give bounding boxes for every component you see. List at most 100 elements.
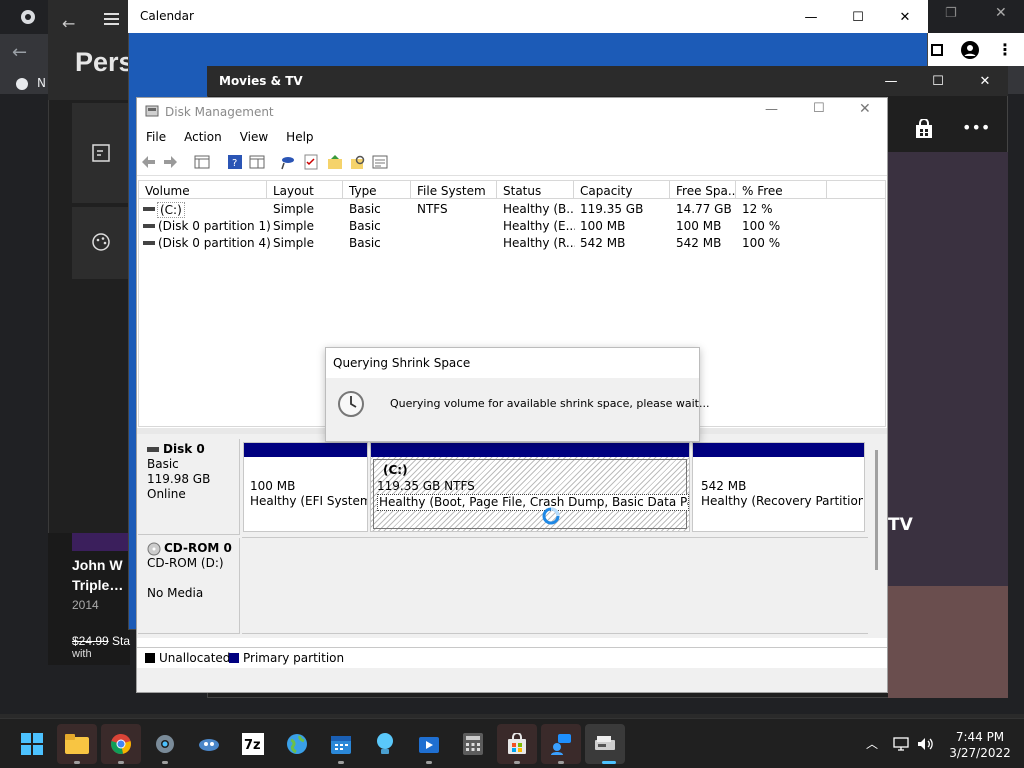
checklist-icon[interactable] (303, 154, 319, 170)
movies-taskbar-icon[interactable] (409, 724, 449, 764)
column-status[interactable]: Status (497, 181, 574, 199)
disk-management-icon (145, 104, 159, 118)
disk0-name: Disk 0 (163, 442, 205, 456)
column-file-system[interactable]: File System (411, 181, 497, 199)
cdrom-icon (147, 542, 161, 555)
partition-c[interactable]: (C:) 119.35 GB NTFS Healthy (Boot, Page … (370, 442, 690, 532)
menu-help[interactable]: Help (277, 127, 322, 148)
chevron-up-icon[interactable]: ︿ (866, 735, 878, 752)
maximize-button[interactable]: ☐ (915, 66, 961, 96)
search-folder-icon[interactable] (350, 154, 366, 170)
taskbar-clock[interactable]: 7:44 PM 3/27/2022 (940, 729, 1020, 761)
back-arrow-icon[interactable]: ← (12, 42, 27, 63)
back-arrow-icon[interactable]: ← (62, 14, 75, 33)
partition-status: Healthy (EFI System P (250, 494, 367, 508)
disk-icon (147, 447, 159, 452)
7zip-icon[interactable]: 7z (233, 724, 273, 764)
table-row[interactable]: (C:) Simple Basic NTFS Healthy (B... 119… (139, 201, 885, 218)
calendar-taskbar-icon[interactable] (321, 724, 361, 764)
clock-time: 7:44 PM (955, 730, 1005, 744)
close-icon[interactable]: ✕ (995, 5, 1007, 21)
close-button[interactable]: ✕ (859, 101, 871, 117)
table-row[interactable]: (Disk 0 partition 4) Simple Basic Health… (139, 235, 885, 252)
cdrom0-name: CD-ROM 0 (164, 541, 232, 555)
settings-taskbar-icon[interactable] (145, 724, 185, 764)
globe-app-icon[interactable] (277, 724, 317, 764)
cell-free-space: 100 MB (676, 219, 722, 233)
partition-bar (693, 443, 864, 457)
sidebar-icon[interactable] (931, 44, 943, 56)
calendar-title: Calendar (140, 9, 194, 23)
maximize-button[interactable]: ☐ (813, 101, 825, 116)
tips-icon[interactable] (365, 724, 405, 764)
close-button[interactable]: ✕ (962, 66, 1008, 96)
partition-label: (C:) (383, 463, 408, 477)
help-icon[interactable]: ? (227, 154, 243, 170)
movie-poster-text: TV (888, 515, 913, 535)
volume-icon[interactable] (917, 737, 935, 751)
properties-icon[interactable] (372, 154, 388, 170)
cdrom0-area[interactable] (242, 537, 868, 634)
drive-icon (143, 224, 155, 228)
minimize-button[interactable]: — (788, 2, 834, 32)
cell-volume: (Disk 0 partition 4) (158, 236, 271, 250)
column-volume[interactable]: Volume (139, 181, 267, 199)
table-row[interactable]: (Disk 0 partition 1) Simple Basic Health… (139, 218, 885, 235)
svg-text:7z: 7z (244, 738, 261, 753)
column-free-space[interactable]: Free Spa... (670, 181, 736, 199)
cell-status: Healthy (B... (503, 202, 575, 216)
disk-management-taskbar-icon[interactable] (585, 724, 625, 764)
legend-unallocated-label: Unallocated (159, 651, 231, 665)
up-folder-icon[interactable] (327, 154, 343, 170)
legend-unallocated-swatch (145, 653, 155, 663)
minimize-button[interactable]: — (868, 66, 914, 96)
column-type[interactable]: Type (343, 181, 411, 199)
minimize-button[interactable]: — (765, 102, 778, 117)
movie-card-image (72, 533, 130, 551)
store-bag-icon[interactable] (914, 119, 934, 139)
profile-icon[interactable] (961, 41, 979, 59)
menu-action[interactable]: Action (175, 127, 231, 148)
partition-size: 100 MB (250, 479, 296, 493)
forward-icon[interactable] (162, 154, 178, 170)
menu-file[interactable]: File (137, 127, 175, 148)
cell-status: Healthy (E... (503, 219, 575, 233)
remote-app-icon[interactable] (541, 724, 581, 764)
partition-recovery[interactable]: 542 MB Healthy (Recovery Partition) (692, 442, 865, 532)
legend-primary-label: Primary partition (243, 651, 345, 665)
console-tree-icon[interactable] (194, 154, 210, 170)
restore-icon[interactable]: ❐ (945, 6, 957, 21)
connect-icon[interactable] (280, 154, 296, 170)
cloud-app-icon[interactable] (189, 724, 229, 764)
start-icon[interactable] (12, 724, 52, 764)
settings-title: Pers (75, 47, 134, 77)
more-horizontal-icon[interactable]: ••• (962, 118, 990, 137)
cell-layout: Simple (273, 236, 314, 250)
close-button[interactable]: ✕ (882, 2, 928, 32)
open-window-icon (91, 143, 111, 163)
dialog-message: Querying volume for available shrink spa… (390, 397, 710, 410)
file-explorer-icon[interactable] (57, 724, 97, 764)
cell-layout: Simple (273, 202, 314, 216)
cdrom0-label[interactable]: CD-ROM 0 CD-ROM (D:) No Media (138, 538, 240, 634)
more-vertical-icon[interactable]: ⋮ (997, 40, 1013, 59)
chrome-taskbar-icon[interactable] (101, 724, 141, 764)
scrollbar[interactable] (875, 450, 878, 570)
network-icon[interactable] (893, 737, 909, 751)
disk0-label[interactable]: Disk 0 Basic 119.98 GB Online (138, 439, 240, 535)
chrome-icon (20, 9, 36, 25)
partition-efi[interactable]: 100 MB Healthy (EFI System P (243, 442, 368, 532)
calculator-icon[interactable] (453, 724, 493, 764)
column-layout[interactable]: Layout (267, 181, 343, 199)
menu-view[interactable]: View (231, 127, 277, 148)
disk0-size: 119.98 GB (147, 472, 211, 486)
show-hide-icon[interactable] (249, 154, 265, 170)
maximize-button[interactable]: ☐ (835, 2, 881, 32)
legend-primary-swatch (229, 653, 239, 663)
store-taskbar-icon[interactable] (497, 724, 537, 764)
cell-free-space: 14.77 GB (676, 202, 732, 216)
back-icon[interactable] (141, 154, 157, 170)
column-capacity[interactable]: Capacity (574, 181, 670, 199)
hamburger-icon[interactable] (104, 13, 119, 25)
column-percent-free[interactable]: % Free (736, 181, 827, 199)
